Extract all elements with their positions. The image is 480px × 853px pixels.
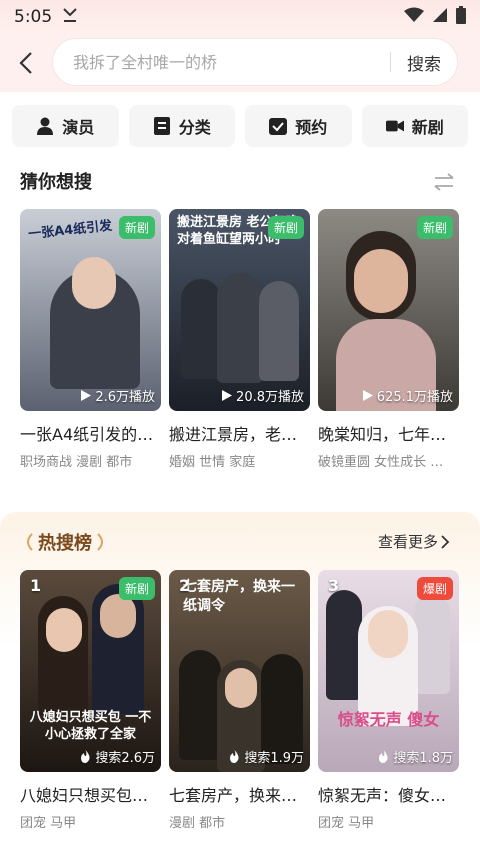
view-more-link[interactable]: 查看更多 bbox=[378, 531, 450, 552]
card-title: 七套房产，换来… bbox=[169, 786, 298, 805]
drama-card[interactable]: 新剧 625.1万播放 晚棠知归，七年… 破镜重圆 女性成长 … bbox=[318, 209, 459, 470]
play-count: 625.1万播放 bbox=[362, 386, 453, 405]
flame-icon bbox=[230, 750, 239, 763]
chevron-right-icon bbox=[441, 534, 450, 549]
drama-card[interactable]: 一张A4纸引发 新剧 2.6万播放 一张A4纸引发的… 职场商战 漫剧 都市 bbox=[20, 209, 161, 470]
card-title: 八媳妇只想买包… bbox=[20, 786, 149, 805]
card-title: 一张A4纸引发的… bbox=[20, 425, 154, 444]
search-count: 搜索2.6万 bbox=[80, 747, 155, 766]
status-time: 5:05 bbox=[14, 7, 53, 27]
search-button[interactable]: 搜索 bbox=[391, 50, 457, 75]
checkbox-icon bbox=[269, 117, 288, 135]
poster-image: 一张A4纸引发 新剧 2.6万播放 bbox=[20, 209, 161, 411]
poster-image: 搬进江景房 老公每晚对着鱼缸望两小时 新剧 20.8万播放 bbox=[169, 209, 310, 411]
rank-number: 1 bbox=[30, 576, 42, 595]
download-icon bbox=[62, 7, 78, 27]
chevron-left-icon bbox=[19, 52, 32, 74]
play-count: 20.8万播放 bbox=[222, 386, 304, 405]
swap-icon[interactable] bbox=[432, 170, 456, 194]
wifi-icon bbox=[404, 7, 424, 27]
hot-drama-card[interactable]: 七套房产，换来一纸调令 2 搜索1.9万 七套房产，换来… 漫剧 都市 bbox=[169, 570, 310, 831]
tab-actors[interactable]: 演员 bbox=[12, 105, 119, 147]
back-button[interactable] bbox=[0, 37, 52, 89]
poster-image: 八媳妇只想买包 一不小心拯救了全家 1 新剧 搜索2.6万 bbox=[20, 570, 161, 772]
poster-text: 惊絮无声 傻女 bbox=[337, 710, 440, 729]
card-tags: 漫剧 都市 bbox=[169, 816, 226, 831]
laurel-right-icon bbox=[97, 533, 103, 551]
tab-label: 新剧 bbox=[411, 118, 444, 137]
laurel-left-icon bbox=[27, 533, 33, 551]
poster-image: 新剧 625.1万播放 bbox=[318, 209, 459, 411]
rank-number: 3 bbox=[328, 576, 340, 595]
card-title: 晚棠知归，七年… bbox=[318, 425, 447, 444]
card-tags: 团宠 马甲 bbox=[20, 816, 77, 831]
video-camera-icon bbox=[385, 117, 404, 135]
card-tags: 职场商战 漫剧 都市 bbox=[20, 455, 133, 470]
tab-label: 分类 bbox=[178, 118, 211, 137]
search-count: 搜索1.9万 bbox=[229, 747, 304, 766]
poster-text: 七套房产，换来一纸调令 bbox=[183, 579, 295, 614]
flame-icon bbox=[379, 750, 388, 763]
new-badge: 新剧 bbox=[267, 216, 304, 239]
search-box: 搜索 bbox=[52, 38, 458, 86]
category-tabs: 演员 分类 预约 新剧 bbox=[12, 105, 468, 147]
card-tags: 团宠 马甲 bbox=[318, 816, 375, 831]
play-count: 2.6万播放 bbox=[81, 386, 155, 405]
poster-image: 七套房产，换来一纸调令 2 搜索1.9万 bbox=[169, 570, 310, 772]
hot-drama-card[interactable]: 惊絮无声 傻女 3 爆剧 搜索1.8万 惊絮无声：傻女… 团宠 马甲 bbox=[318, 570, 459, 831]
tab-label: 演员 bbox=[62, 118, 95, 137]
search-count: 搜索1.8万 bbox=[378, 747, 453, 766]
battery-icon bbox=[456, 6, 466, 28]
hot-badge: 爆剧 bbox=[416, 577, 453, 600]
card-tags: 婚姻 世情 家庭 bbox=[169, 455, 256, 470]
section-title-guess: 猜你想搜 bbox=[20, 172, 92, 193]
header: 搜索 bbox=[0, 34, 480, 92]
new-badge: 新剧 bbox=[118, 216, 155, 239]
new-badge: 新剧 bbox=[416, 216, 453, 239]
flame-icon bbox=[81, 750, 90, 763]
tab-new-drama[interactable]: 新剧 bbox=[361, 105, 468, 147]
card-title: 搬进江景房，老… bbox=[169, 425, 298, 444]
tab-category[interactable]: 分类 bbox=[128, 105, 235, 147]
tab-reserve[interactable]: 预约 bbox=[245, 105, 352, 147]
person-icon bbox=[36, 117, 54, 135]
drama-card[interactable]: 搬进江景房 老公每晚对着鱼缸望两小时 新剧 20.8万播放 搬进江景房，老… 婚… bbox=[169, 209, 310, 470]
hot-drama-card[interactable]: 八媳妇只想买包 一不小心拯救了全家 1 新剧 搜索2.6万 八媳妇只想买包… 团… bbox=[20, 570, 161, 831]
new-badge: 新剧 bbox=[118, 577, 155, 600]
rank-number: 2 bbox=[179, 576, 191, 595]
poster-text: 一张A4纸引发 bbox=[27, 218, 113, 243]
tab-label: 预约 bbox=[295, 118, 328, 137]
card-title: 惊絮无声：傻女… bbox=[318, 786, 447, 805]
poster-text: 八媳妇只想买包 一不小心拯救了全家 bbox=[29, 710, 152, 742]
status-bar: 5:05 bbox=[0, 0, 480, 34]
poster-image: 惊絮无声 傻女 3 爆剧 搜索1.8万 bbox=[318, 570, 459, 772]
card-tags: 破镜重圆 女性成长 … bbox=[318, 455, 444, 470]
search-input[interactable] bbox=[53, 52, 390, 72]
hot-search-title: 热搜榜 bbox=[22, 529, 108, 555]
list-icon bbox=[153, 117, 171, 135]
signal-icon bbox=[432, 7, 448, 27]
